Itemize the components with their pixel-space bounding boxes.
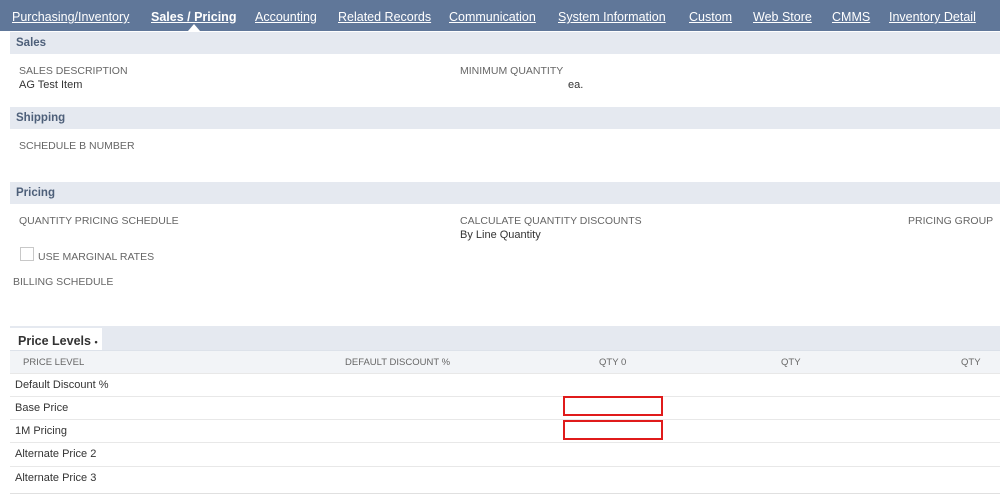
pricing-group-label: PRICING GROUP xyxy=(908,215,994,227)
tab-inventory-detail[interactable]: Inventory Detail xyxy=(889,0,976,31)
pricing-section-header[interactable]: Pricing xyxy=(10,182,1000,204)
table-row: Alternate Price 3 xyxy=(10,466,1000,490)
col-qty-0: QTY 0 xyxy=(599,357,627,368)
price-level-name: Base Price xyxy=(15,402,69,414)
tab-related-records[interactable]: Related Records xyxy=(338,0,431,31)
sales-section-title: Sales xyxy=(16,37,47,49)
tab-communication[interactable]: Communication xyxy=(449,0,536,31)
col-qty-2: QTY xyxy=(961,357,981,368)
minimum-quantity-unit: ea. xyxy=(568,79,584,91)
price-levels-sublist: Price Levels • PRICE LEVEL DEFAULT DISCO… xyxy=(10,326,1000,494)
price-levels-title: Price Levels • xyxy=(18,334,98,348)
active-tab-caret-icon xyxy=(188,24,200,31)
col-price-level: PRICE LEVEL xyxy=(23,357,85,368)
tab-custom[interactable]: Custom xyxy=(689,0,732,31)
tab-system-information[interactable]: System Information xyxy=(558,0,666,31)
price-level-name: Alternate Price 3 xyxy=(15,472,97,484)
base-price-qty0-input[interactable] xyxy=(563,396,663,416)
price-levels-tab[interactable]: Price Levels • xyxy=(10,328,102,350)
table-row: Alternate Price 2 xyxy=(10,442,1000,466)
calculate-quantity-discounts-label: CALCULATE QUANTITY DISCOUNTS xyxy=(460,215,642,227)
price-levels-bottom-border xyxy=(10,493,1000,494)
sales-description-value: AG Test Item xyxy=(19,79,83,91)
subtab-bar: Purchasing/Inventory Sales / Pricing Acc… xyxy=(0,0,1000,31)
use-marginal-rates-label: USE MARGINAL RATES xyxy=(38,251,155,263)
use-marginal-rates-checkbox[interactable] xyxy=(20,247,34,261)
tab-cmms[interactable]: CMMS xyxy=(832,0,870,31)
price-level-name: Alternate Price 2 xyxy=(15,448,97,460)
tab-web-store[interactable]: Web Store xyxy=(753,0,812,31)
price-levels-title-marker: • xyxy=(94,337,98,347)
price-levels-header-row: PRICE LEVEL DEFAULT DISCOUNT % QTY 0 QTY… xyxy=(10,350,1000,375)
tab-purchasing-inventory[interactable]: Purchasing/Inventory xyxy=(12,0,129,31)
tab-accounting[interactable]: Accounting xyxy=(255,0,317,31)
table-row: 1M Pricing xyxy=(10,419,1000,443)
billing-schedule-label: BILLING SCHEDULE xyxy=(13,276,114,288)
1m-pricing-qty0-input[interactable] xyxy=(563,420,663,440)
sales-description-label: SALES DESCRIPTION xyxy=(19,65,128,77)
calculate-quantity-discounts-value: By Line Quantity xyxy=(460,229,541,241)
schedule-b-number-label: SCHEDULE B NUMBER xyxy=(19,140,135,152)
price-levels-tab-band: Price Levels • xyxy=(10,326,1000,350)
minimum-quantity-label: MINIMUM QUANTITY xyxy=(460,65,564,77)
shipping-section-header[interactable]: Shipping xyxy=(10,107,1000,129)
quantity-pricing-schedule-label: QUANTITY PRICING SCHEDULE xyxy=(19,215,179,227)
sales-section-header[interactable]: Sales xyxy=(10,32,1000,54)
col-qty-1: QTY xyxy=(781,357,801,368)
shipping-section-title: Shipping xyxy=(16,112,66,124)
pricing-section-title: Pricing xyxy=(16,187,55,199)
table-row: Default Discount % xyxy=(10,373,1000,397)
price-level-name: 1M Pricing xyxy=(15,425,67,437)
table-row: Base Price xyxy=(10,396,1000,420)
price-level-name: Default Discount % xyxy=(15,379,109,391)
col-default-discount: DEFAULT DISCOUNT % xyxy=(345,357,451,368)
